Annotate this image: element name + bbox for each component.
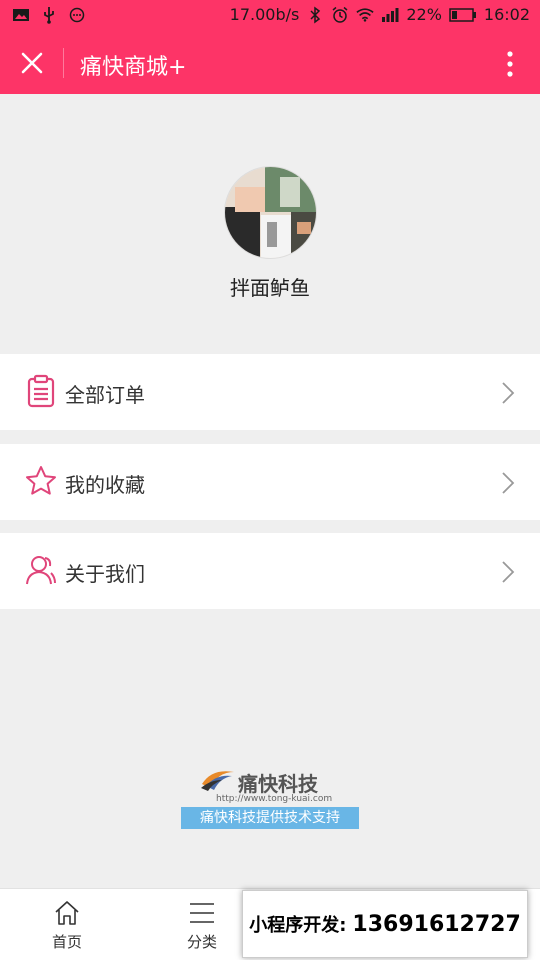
star-icon: [24, 464, 58, 498]
chevron-right-icon: [500, 559, 516, 585]
list-icon: [188, 899, 216, 927]
bluetooth-icon: [306, 6, 324, 24]
battery-icon: [449, 6, 477, 24]
nav-bar: 痛快商城+: [0, 32, 540, 94]
menu-item-orders[interactable]: 全部订单: [0, 354, 540, 430]
menu-item-label: 我的收藏: [65, 473, 145, 497]
status-bar: 17.00b/s 22% 16:02: [0, 0, 540, 32]
usb-icon: [40, 6, 58, 24]
clock: 16:02: [483, 5, 530, 24]
signal-icon: [381, 6, 399, 24]
promo-phone: 13691612727: [352, 911, 521, 937]
brand-logo-icon: [200, 766, 236, 796]
chevron-right-icon: [500, 380, 516, 406]
nav-divider: [63, 48, 64, 78]
tab-home[interactable]: 首页: [27, 899, 107, 959]
page-title: 痛快商城+: [80, 55, 187, 80]
wifi-icon: [356, 6, 374, 24]
more-icon: [68, 6, 86, 24]
tab-label: 分类: [186, 933, 217, 951]
brand-footer: 痛快科技 http://www.tong-kuai.com 痛快科技提供技术支持: [180, 762, 360, 832]
menu-item-favorites[interactable]: 我的收藏: [0, 444, 540, 520]
brand-tagline: 痛快科技提供技术支持: [181, 807, 359, 829]
chevron-right-icon: [500, 470, 516, 496]
tab-category[interactable]: 分类: [162, 899, 242, 959]
promo-label: 小程序开发:: [249, 915, 347, 936]
menu-item-label: 全部订单: [65, 383, 145, 407]
promo-banner: 小程序开发: 13691612727: [242, 890, 528, 958]
network-speed: 17.00b/s: [229, 5, 300, 24]
users-icon: [24, 553, 58, 587]
profile-header: 拌面鲈鱼: [0, 94, 540, 354]
alarm-icon: [331, 6, 349, 24]
username: 拌面鲈鱼: [230, 276, 310, 300]
menu-item-label: 关于我们: [65, 562, 145, 586]
home-icon: [53, 899, 81, 927]
more-vertical-icon[interactable]: [500, 48, 520, 80]
tab-label: 首页: [51, 933, 82, 951]
brand-name: 痛快科技: [238, 772, 318, 796]
avatar[interactable]: [224, 166, 317, 259]
battery-percent: 22%: [406, 5, 442, 24]
image-icon: [12, 6, 30, 24]
clipboard-icon: [24, 374, 58, 408]
close-icon[interactable]: [16, 47, 48, 79]
brand-url: http://www.tong-kuai.com: [216, 794, 333, 804]
menu-item-about[interactable]: 关于我们: [0, 533, 540, 609]
